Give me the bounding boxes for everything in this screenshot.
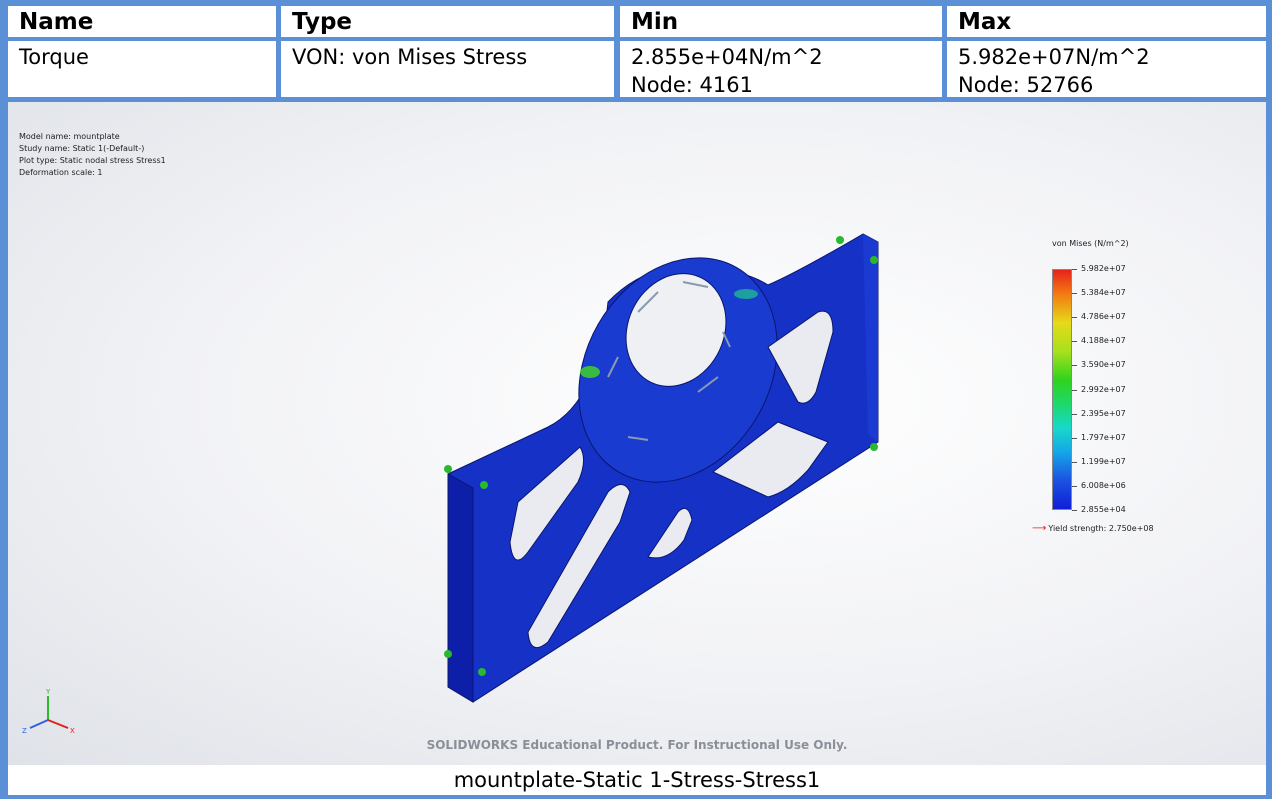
header-name: Name [8, 6, 276, 37]
legend-tick-mark [1072, 269, 1077, 270]
axis-triad: Y X Z [22, 688, 75, 735]
min-node: Node: 4161 [631, 73, 754, 97]
legend-tick-label: 5.982e+07 [1081, 264, 1126, 273]
plate-edge [447, 473, 474, 703]
triad-x-label: X [70, 727, 75, 735]
cell-result-type: VON: von Mises Stress [281, 41, 614, 97]
legend-tick-mark [1072, 317, 1077, 319]
legend-tick-mark [1072, 293, 1077, 295]
header-min: Min [620, 6, 942, 37]
yield-strength: ⟶ Yield strength: 2.750e+08 [1032, 523, 1154, 534]
legend-tick-label: 2.992e+07 [1081, 384, 1126, 394]
legend-tick-label: 5.384e+07 [1081, 288, 1126, 298]
min-value: 2.855e+04N/m^2 [631, 45, 823, 69]
legend-title: von Mises (N/m^2) [1052, 239, 1129, 248]
watermark: SOLIDWORKS Educational Product. For Inst… [426, 738, 848, 752]
legend-color-bar [1052, 269, 1072, 510]
stress-hotspot-2 [734, 289, 758, 299]
legend-tick-label: 4.786e+07 [1081, 312, 1126, 322]
legend-tick-label: 3.590e+07 [1081, 360, 1126, 370]
stress-plot: Model name: mountplate Study name: Stati… [8, 102, 1266, 765]
legend-tick-label: 1.797e+07 [1081, 432, 1126, 442]
header-type: Type [281, 6, 614, 37]
figure-caption: mountplate-Static 1-Stress-Stress1 [8, 765, 1266, 795]
legend-tick-label: 2.855e+04 [1081, 505, 1126, 514]
legend-tick-mark [1072, 413, 1077, 415]
legend-tick-mark [1072, 485, 1077, 487]
legend-tick-label: 6.008e+06 [1081, 480, 1126, 490]
legend-tick-mark [1072, 437, 1077, 439]
legend-tick-mark [1072, 365, 1077, 367]
header-max: Max [947, 6, 1266, 37]
report-frame: Name Type Min Max Torque VON: von Mises … [0, 0, 1272, 799]
stress-hotspot [580, 366, 600, 378]
study-name-text: Torque [19, 45, 89, 69]
cell-study-name: Torque [8, 41, 276, 97]
max-value: 5.982e+07N/m^2 [958, 45, 1150, 69]
legend-tick-label: 2.395e+07 [1081, 408, 1126, 418]
legend-tick-mark [1072, 461, 1077, 463]
legend-tick-mark [1072, 341, 1077, 343]
legend-tick-label: 4.188e+07 [1081, 336, 1126, 346]
yield-text: Yield strength: 2.750e+08 [1048, 524, 1154, 533]
max-node: Node: 52766 [958, 73, 1094, 97]
legend-tick-mark [1072, 510, 1077, 511]
legend-tick-label: 1.199e+07 [1081, 456, 1126, 466]
result-type-text: VON: von Mises Stress [292, 45, 528, 69]
cell-max: 5.982e+07N/m^2 Node: 52766 [947, 41, 1266, 97]
mountplate-model [444, 233, 879, 703]
legend-tick-mark [1072, 389, 1077, 391]
triad-z-label: Z [22, 727, 27, 735]
triad-y-label: Y [45, 688, 51, 696]
cell-min: 2.855e+04N/m^2 Node: 4161 [620, 41, 942, 97]
yield-arrow-icon: ⟶ [1032, 523, 1047, 534]
